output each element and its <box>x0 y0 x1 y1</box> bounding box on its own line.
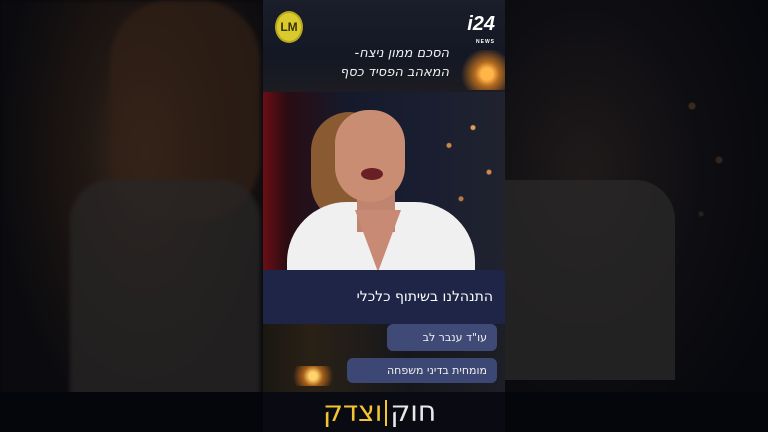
headline: הסכם ממון ניצח- המאהב הפסיד כסף <box>340 44 449 82</box>
speaker-title-pill: מומחית בדיני משפחה <box>347 358 497 383</box>
show-logo: חוקוצדק <box>263 392 505 432</box>
speaker-title: מומחית בדיני משפחה <box>386 364 487 377</box>
show-title-word-right: חוק <box>390 395 437 428</box>
show-title: חוקוצדק <box>323 394 436 430</box>
show-title-word-left: וצדק <box>323 395 383 428</box>
channel-logo-icon: LM <box>275 11 303 43</box>
headline-line-1: הסכם ממון ניצח- <box>354 46 449 61</box>
show-title-separator <box>385 400 388 426</box>
i24-news-logo-icon: i24 NEWS <box>467 13 495 45</box>
video-image <box>263 92 505 270</box>
caption-text: התנהלנו בשיתוף כלכלי <box>356 289 493 305</box>
headline-line-2: המאהב הפסיד כסף <box>340 65 449 80</box>
speaker-name-pill: עו"ד ענבר לב <box>387 324 497 351</box>
video-frame[interactable]: LM i24 NEWS הסכם ממון ניצח- המאהב הפסיד … <box>263 0 505 432</box>
caption-bar: התנהלנו בשיתוף כלכלי <box>263 270 505 324</box>
header-area: LM i24 NEWS הסכם ממון ניצח- המאהב הפסיד … <box>263 0 505 92</box>
speaker-name: עו"ד ענבר לב <box>422 331 487 344</box>
